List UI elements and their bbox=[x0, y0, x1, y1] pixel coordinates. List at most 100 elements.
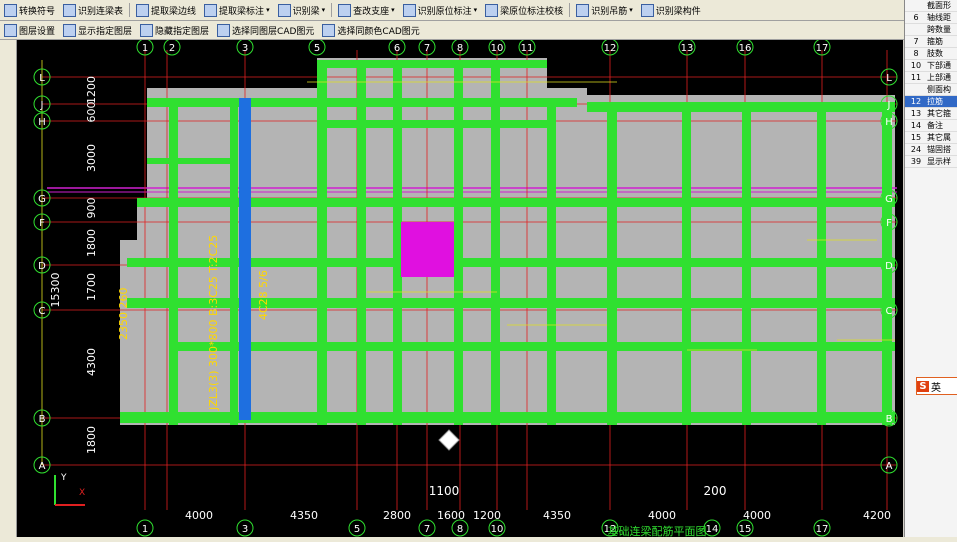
property-row[interactable]: 6 轴线距 bbox=[905, 12, 957, 24]
layer-button-label: 选择同图层CAD图元 bbox=[232, 26, 315, 37]
status-bar bbox=[0, 537, 957, 542]
top-axis-label: 7 bbox=[424, 43, 430, 54]
property-name: 其它属 bbox=[927, 133, 951, 142]
bottom-axis-label: 1 bbox=[142, 524, 148, 535]
bottom-dim: 4350 bbox=[290, 509, 318, 522]
right-axis-label: A bbox=[886, 461, 893, 472]
toolbar-button-0[interactable]: 转换符号 bbox=[0, 2, 59, 18]
toolbar-top: 转换符号 识别连梁表 提取梁边线 提取梁标注 ▾ 识别梁 ▾ 查改支座 ▾ 识别原位标注 ▾ 梁原位标… bbox=[0, 0, 957, 21]
property-name: 备注 bbox=[927, 121, 943, 130]
property-name: 显示样 bbox=[927, 157, 951, 166]
toolbar-button-label: 梁原位标注校核 bbox=[500, 6, 564, 17]
layer-button-label: 隐藏指定图层 bbox=[155, 26, 210, 37]
top-axis-label: 13 bbox=[681, 43, 694, 54]
layer-button-0[interactable]: 图层设置 bbox=[0, 22, 59, 38]
bottom-axis-label: 3 bbox=[242, 524, 248, 535]
chevron-down-icon: ▾ bbox=[321, 6, 326, 14]
left-axis-label: H bbox=[38, 117, 46, 128]
toolbar-button-6[interactable]: 识别原位标注 ▾ bbox=[399, 2, 482, 18]
top-axis-label: 3 bbox=[242, 43, 248, 54]
left-axis-label: L bbox=[39, 73, 45, 84]
right-axis-label: G bbox=[885, 194, 893, 205]
property-row[interactable]: 15 其它属 bbox=[905, 132, 957, 144]
property-panel: 截面形 6 轴线距 跨数量 7 箍筋 8 肢数 10 下部通 11 上部通侧面构 12 拉筋 13 其它箍 14… bbox=[904, 0, 957, 542]
top-axis-label: 11 bbox=[521, 43, 534, 54]
bottom-dim: 4000 bbox=[743, 509, 771, 522]
left-dim: 1200 bbox=[85, 76, 98, 104]
layer-button-3[interactable]: 选择同图层CAD图元 bbox=[213, 22, 318, 38]
toolbar-button-label: 识别梁构件 bbox=[655, 6, 701, 17]
property-row[interactable]: 13 其它箍 bbox=[905, 108, 957, 120]
left-total-dim: 15300 bbox=[49, 273, 62, 308]
toolbar-button-5[interactable]: 查改支座 ▾ bbox=[334, 2, 399, 18]
right-axis-label: B bbox=[886, 414, 893, 425]
property-name: 拉筋 bbox=[927, 97, 943, 106]
property-row[interactable]: 跨数量 bbox=[905, 24, 957, 36]
drawing-title: 基础连梁配筋平面图 bbox=[608, 524, 707, 537]
property-row[interactable]: 8 肢数 bbox=[905, 48, 957, 60]
right-axis-label: D bbox=[885, 261, 893, 272]
toolbar-button-8[interactable]: 识别吊筋 ▾ bbox=[572, 2, 637, 18]
left-dim: 3000 bbox=[85, 144, 98, 172]
toolbar-button-label: 提取梁边线 bbox=[151, 6, 197, 17]
property-index: 15 bbox=[910, 133, 922, 142]
property-index bbox=[905, 0, 927, 11]
top-axis-label: 12 bbox=[604, 43, 617, 54]
tool-icon bbox=[338, 3, 352, 17]
layer-button-2[interactable]: 隐藏指定图层 bbox=[136, 22, 213, 38]
cad-canvas[interactable]: 1200 600 3000 900 1800 1700 4300 1800 15300 LJH… bbox=[17, 40, 903, 537]
layer-icon bbox=[217, 23, 231, 37]
tool-icon bbox=[136, 3, 150, 17]
property-name: 肢数 bbox=[927, 49, 943, 58]
left-toolstrip bbox=[0, 0, 17, 542]
left-axis-label: G bbox=[38, 194, 46, 205]
property-index: 12 bbox=[910, 97, 922, 106]
separator bbox=[331, 3, 333, 17]
property-name: 上部通 bbox=[927, 73, 951, 82]
toolbar-button-2[interactable]: 提取梁边线 bbox=[132, 2, 200, 18]
selected-beam bbox=[239, 98, 251, 420]
layer-button-4[interactable]: 选择同颜色CAD图元 bbox=[318, 22, 423, 38]
toolbar-button-label: 提取梁标注 bbox=[219, 6, 265, 17]
toolbar-button-label: 转换符号 bbox=[19, 6, 56, 17]
property-row[interactable]: 10 下部通 bbox=[905, 60, 957, 72]
property-name: 其它箍 bbox=[927, 109, 951, 118]
right-axis-label: J bbox=[887, 100, 891, 111]
left-dim: 4300 bbox=[85, 348, 98, 376]
property-row[interactable]: 39 显示样 bbox=[905, 156, 957, 168]
property-row[interactable]: 12 拉筋 bbox=[905, 96, 957, 108]
svg-text:Y: Y bbox=[60, 473, 67, 483]
toolbar-button-7[interactable]: 梁原位标注校核 bbox=[481, 2, 567, 18]
layer-button-1[interactable]: 显示指定图层 bbox=[59, 22, 136, 38]
property-row[interactable]: 7 箍筋 bbox=[905, 36, 957, 48]
toolbar-button-label: 识别吊筋 bbox=[591, 6, 628, 17]
property-row[interactable]: 截面形 bbox=[905, 0, 957, 12]
layer-icon bbox=[140, 23, 154, 37]
top-axis-label: 8 bbox=[457, 43, 463, 54]
property-index: 11 bbox=[910, 73, 922, 82]
toolbar-button-3[interactable]: 提取梁标注 ▾ bbox=[200, 2, 274, 18]
toolbar-button-9[interactable]: 识别梁构件 bbox=[637, 2, 705, 18]
top-axis-label: 16 bbox=[739, 43, 752, 54]
property-index: 24 bbox=[910, 145, 922, 154]
property-name: 跨数量 bbox=[927, 25, 951, 34]
layer-button-label: 图层设置 bbox=[19, 26, 56, 37]
toolbar-button-4[interactable]: 识别梁 ▾ bbox=[274, 2, 330, 18]
property-name: 轴线距 bbox=[927, 13, 951, 22]
toolbar-button-1[interactable]: 识别连梁表 bbox=[59, 2, 127, 18]
property-row[interactable]: 11 上部通 bbox=[905, 72, 957, 84]
ime-indicator[interactable]: S 英 bbox=[916, 377, 957, 395]
tool-icon bbox=[485, 3, 499, 17]
left-axis-label: F bbox=[39, 218, 45, 229]
property-row[interactable]: 14 备注 bbox=[905, 120, 957, 132]
right-axis-label: C bbox=[886, 306, 893, 317]
property-row[interactable]: 侧面构 bbox=[905, 84, 957, 96]
left-dim: 1800 bbox=[85, 426, 98, 454]
mid-dim-200: 200 bbox=[704, 484, 727, 498]
property-row[interactable]: 24 锚固搭 bbox=[905, 144, 957, 156]
top-axis-label: 1 bbox=[142, 43, 148, 54]
bottom-dim: 4350 bbox=[543, 509, 571, 522]
insertion-point-icon bbox=[438, 429, 460, 451]
bottom-axis-label: 17 bbox=[816, 524, 829, 535]
sogou-icon: S bbox=[917, 380, 929, 392]
